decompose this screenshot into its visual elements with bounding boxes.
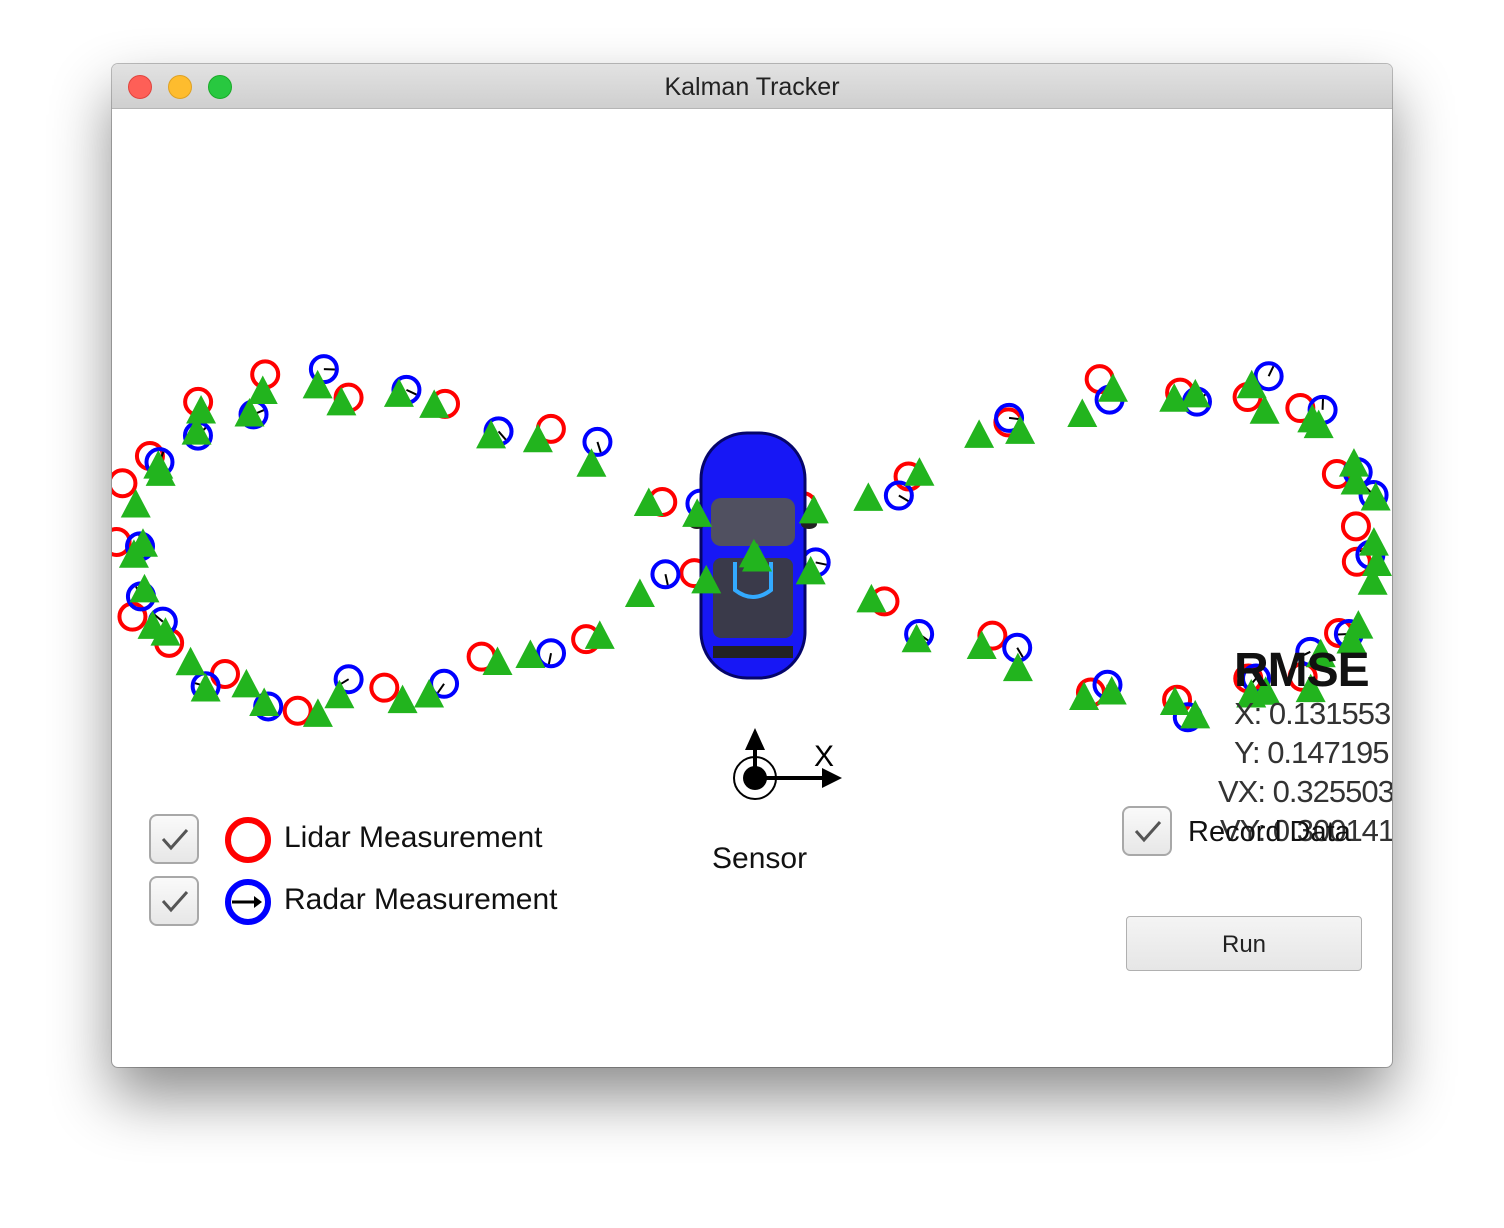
radar-legend-label: Radar Measurement [284,883,558,916]
estimate-marker [1358,527,1389,556]
blue-circle-arrow-icon [225,879,271,925]
lidar-marker [210,658,241,689]
checkmark-icon [161,891,189,913]
run-button[interactable]: Run [1126,916,1362,971]
record-data-label: Record Data [1188,816,1351,848]
estimate-marker [853,482,884,511]
rmse-y: Y: 0.147195 [1234,735,1389,770]
checkmark-icon [161,829,189,851]
tracking-canvas: X Sensor RMSE X: 0.131553 Y: 0.147195 VX… [112,108,1392,1067]
estimate-marker [120,489,151,518]
rmse-title: RMSE [1234,644,1370,697]
estimate-marker [414,679,445,708]
lidar-marker [1340,511,1371,542]
radar-checkbox[interactable] [149,876,199,926]
lidar-marker [369,672,400,703]
estimate-marker [1096,675,1127,705]
red-circle-icon [225,817,271,863]
estimate-marker [419,389,450,418]
app-window: Kalman Tracker X Sensor RMSE X: 0.131553… [112,64,1392,1067]
title-bar: Kalman Tracker [112,64,1392,109]
rmse-vx: VX: 0.325503 [1218,774,1392,809]
estimate-marker [624,578,655,607]
sensor-label: Sensor [712,842,808,875]
window-title: Kalman Tracker [664,73,840,101]
estimate-marker [326,386,357,416]
estimate-marker [966,630,997,660]
estimate-marker [633,487,664,517]
rmse-x: X: 0.131553 [1234,696,1391,731]
lidar-marker [112,468,138,499]
estimate-marker [522,423,553,453]
checkmark-icon [1134,821,1162,843]
lidar-legend-label: Lidar Measurement [284,821,543,854]
estimate-marker [302,369,333,399]
record-data-checkbox[interactable] [1122,806,1172,856]
estimate-marker [482,646,513,675]
sensor-x-axis-label: X [814,740,834,773]
estimate-marker [964,419,995,448]
radar-marker [650,559,681,590]
estimate-marker [1067,398,1098,427]
lidar-checkbox[interactable] [149,814,199,864]
estimate-marker [129,573,160,603]
radar-marker [582,426,613,457]
estimate-marker [383,378,414,407]
sensor-origin-icon: X [733,728,842,800]
